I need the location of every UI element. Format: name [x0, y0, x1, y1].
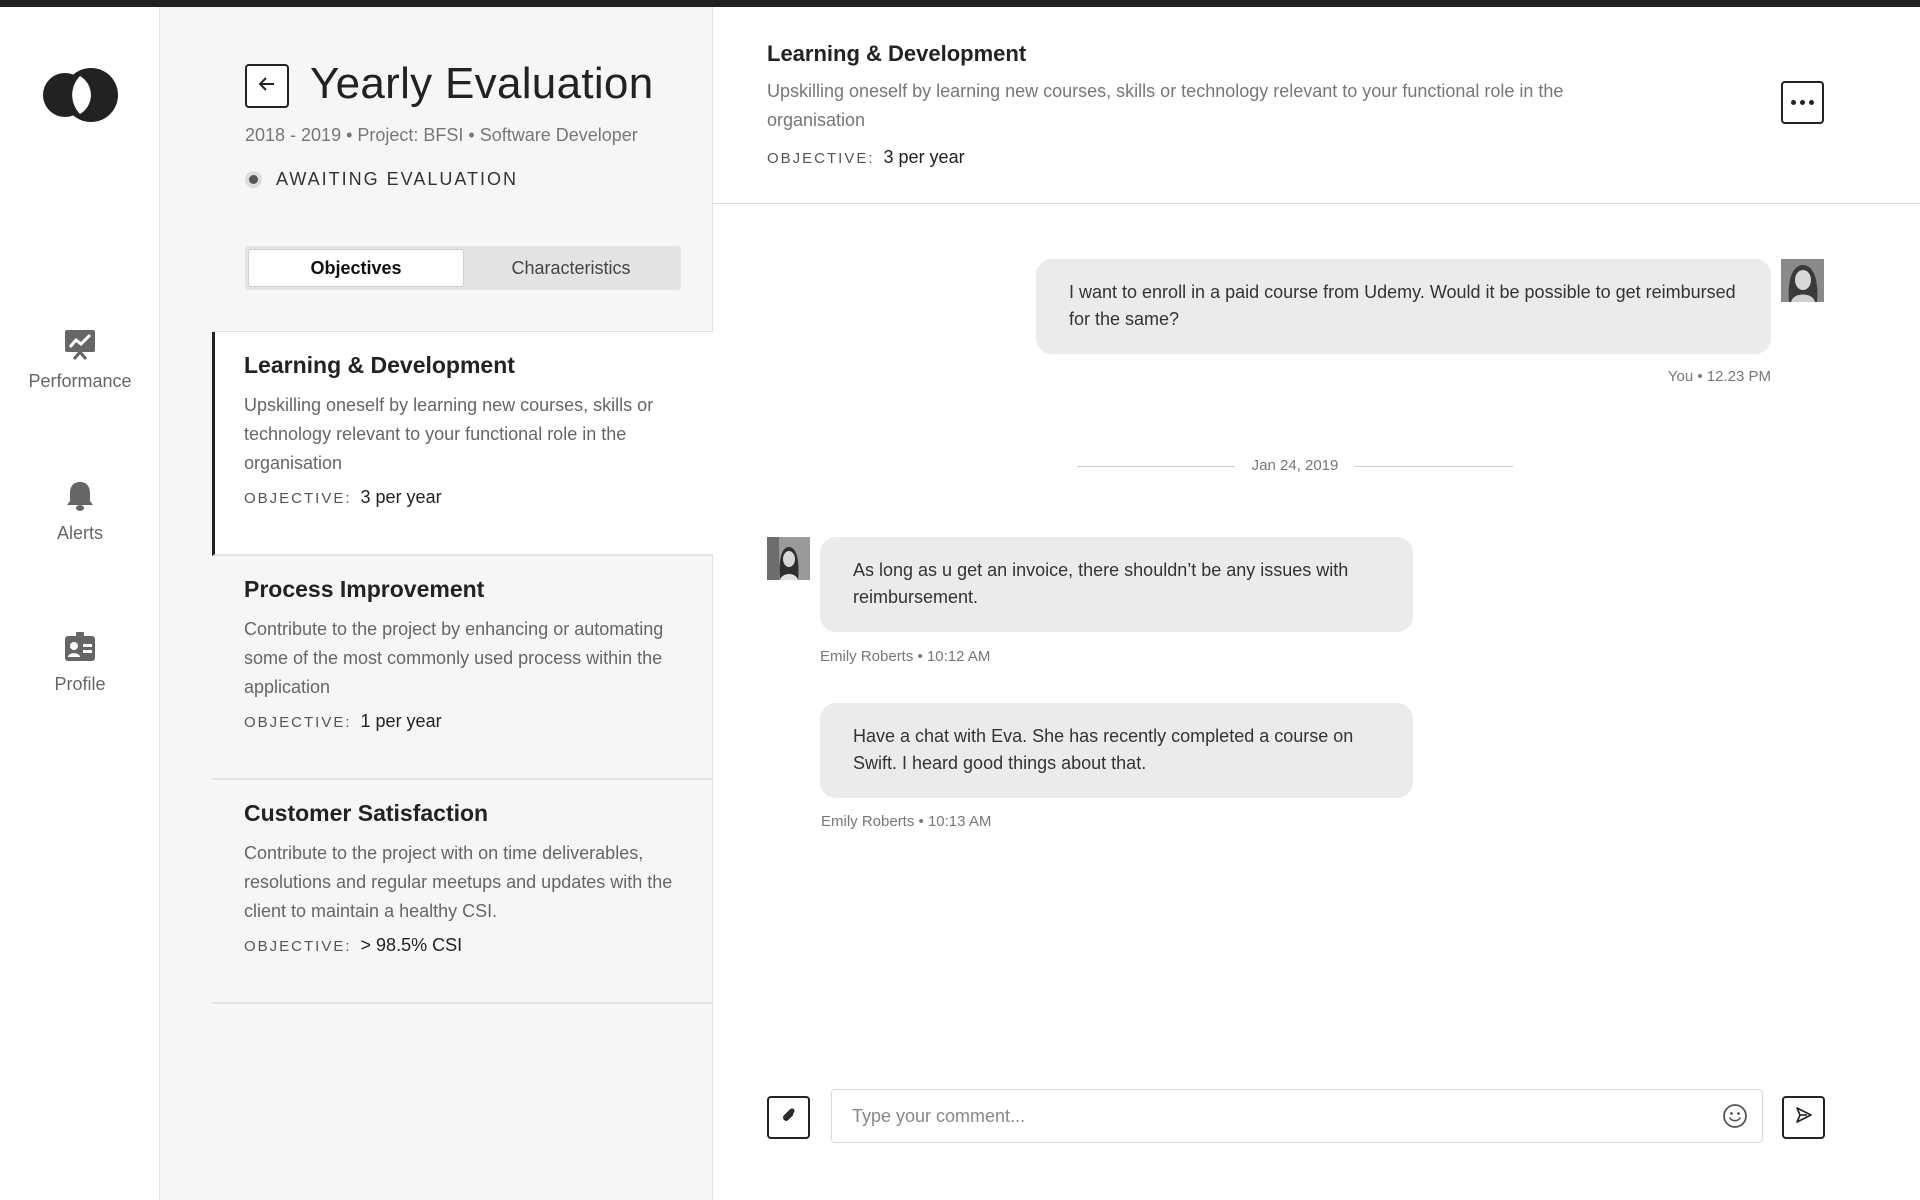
objective-value: 3 per year [883, 147, 965, 167]
objective-detail-pane: Learning & Development Upskilling onesel… [713, 7, 1920, 1200]
message-timestamp: You • 12.23 PM [1667, 368, 1771, 385]
id-card-icon [63, 630, 97, 664]
objective-item[interactable]: Process Improvement Contribute to the pr… [212, 556, 713, 780]
detail-header: Learning & Development Upskilling onesel… [713, 7, 1920, 204]
objective-label: OBJECTIVE: [767, 150, 875, 167]
nav-item-performance[interactable]: Performance [0, 327, 160, 392]
detail-objective: OBJECTIVE: 3 per year [767, 147, 965, 168]
comment-input[interactable] [832, 1090, 1672, 1142]
objective-target: OBJECTIVE: 3 per year [244, 487, 689, 508]
avatar-you [1781, 259, 1824, 302]
evaluation-subtitle: 2018 - 2019 • Project: BFSI • Software D… [245, 125, 638, 145]
dot [1800, 100, 1805, 105]
objective-target: OBJECTIVE: 1 per year [244, 711, 689, 732]
nav-item-alerts[interactable]: Alerts [0, 479, 160, 544]
nav-item-label: Performance [28, 371, 132, 391]
send-button[interactable] [1782, 1096, 1825, 1139]
message-timestamp: Emily Roberts • 10:12 AM [820, 648, 991, 665]
performance-icon [63, 327, 97, 361]
page-title: Yearly Evaluation [310, 59, 654, 108]
nav-item-label: Alerts [56, 523, 103, 543]
evaluation-pane: Yearly Evaluation 2018 - 2019 • Project:… [160, 7, 713, 1200]
top-bar [0, 0, 1920, 7]
objective-description: Contribute to the project with on time d… [244, 843, 673, 921]
objective-title: Customer Satisfaction [244, 800, 489, 826]
objective-label: OBJECTIVE: [244, 714, 352, 731]
nav-item-profile[interactable]: Profile [0, 630, 160, 695]
comment-field-wrapper [831, 1089, 1763, 1143]
paperclip-icon [780, 1106, 798, 1129]
chat-message-incoming: Have a chat with Eva. She has recently c… [820, 703, 1413, 798]
tab-switcher: Objectives Characteristics [245, 246, 681, 290]
emoji-icon[interactable] [1722, 1103, 1748, 1129]
objective-label: OBJECTIVE: [244, 938, 352, 955]
detail-title: Learning & Development [767, 41, 1027, 66]
objective-description: Contribute to the project by enhancing o… [244, 619, 664, 697]
date-divider: Jan 24, 2019 [1077, 456, 1513, 476]
objective-title: Learning & Development [244, 352, 515, 378]
back-button[interactable] [245, 64, 289, 108]
nav-item-label: Profile [54, 674, 106, 694]
chat-message-incoming: As long as u get an invoice, there shoul… [820, 537, 1413, 632]
status-dot-icon [245, 171, 262, 188]
status-indicator: AWAITING EVALUATION [245, 169, 518, 190]
objective-item[interactable]: Learning & Development Upskilling onesel… [212, 332, 713, 556]
bell-icon [63, 479, 97, 513]
objective-target: OBJECTIVE: > 98.5% CSI [244, 935, 689, 956]
objective-item[interactable]: Customer Satisfaction Contribute to the … [212, 780, 713, 1004]
objective-description: Upskilling oneself by learning new cours… [244, 395, 654, 473]
objective-value: 1 per year [360, 711, 442, 731]
comment-composer [767, 1089, 1825, 1143]
objective-title: Process Improvement [244, 576, 485, 602]
avatar-emily [767, 537, 810, 580]
objectives-list: Learning & Development Upskilling onesel… [212, 331, 713, 1004]
objective-label: OBJECTIVE: [244, 490, 352, 507]
divider-line [1355, 466, 1513, 467]
chat-message-outgoing: I want to enroll in a paid course from U… [1036, 259, 1771, 354]
arrow-left-icon [257, 74, 277, 99]
detail-description: Upskilling oneself by learning new cours… [767, 81, 1564, 130]
tab-objectives[interactable]: Objectives [248, 249, 464, 287]
objective-value: 3 per year [360, 487, 442, 507]
message-timestamp: Emily Roberts • 10:13 AM [821, 813, 992, 830]
dot [1791, 100, 1796, 105]
objective-value: > 98.5% CSI [360, 935, 463, 955]
dot [1809, 100, 1814, 105]
send-icon [1795, 1106, 1813, 1129]
nav-rail: Performance Alerts Profile [0, 7, 160, 1200]
status-text: AWAITING EVALUATION [276, 169, 519, 189]
app-logo[interactable] [43, 67, 119, 123]
attach-button[interactable] [767, 1096, 810, 1139]
more-options-button[interactable] [1781, 81, 1824, 124]
tab-characteristics[interactable]: Characteristics [464, 249, 678, 287]
